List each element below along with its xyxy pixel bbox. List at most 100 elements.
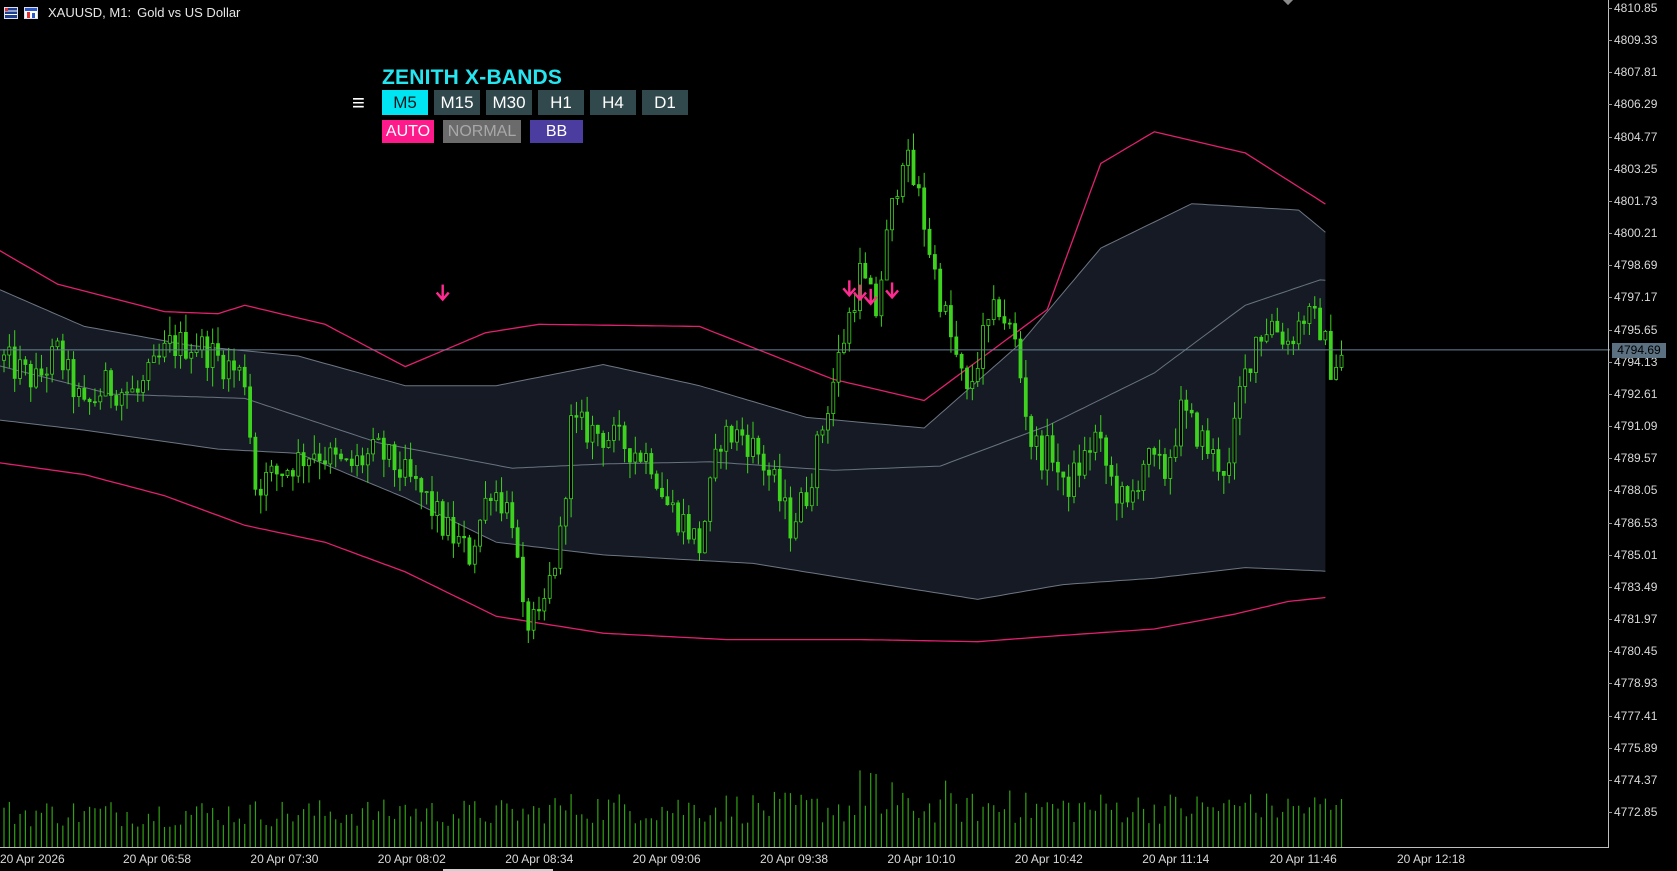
price-tick-label: 4809.33 [1614, 33, 1658, 48]
candle-body [1302, 320, 1306, 324]
candle-body [199, 336, 204, 351]
price-tick-mark [1608, 490, 1612, 492]
symbol-label: XAUUSD, M1: [48, 4, 132, 20]
tf-h4-button[interactable]: H4 [590, 90, 636, 115]
candle-body [312, 453, 317, 460]
candle-body [1221, 470, 1226, 476]
candle-body [446, 517, 450, 536]
candle-body [756, 437, 761, 455]
window-icon[interactable] [24, 6, 38, 19]
candle-body [708, 477, 713, 522]
price-tick-mark [1608, 458, 1612, 460]
candle-body [151, 355, 156, 363]
candle-body [376, 437, 381, 440]
candle-body [242, 366, 247, 388]
candle-body [1056, 461, 1060, 473]
tf-d1-button[interactable]: D1 [642, 90, 688, 115]
candle-body [713, 448, 718, 479]
band-channel-fill [0, 203, 1326, 600]
candle-body [670, 502, 675, 506]
candle-body [537, 609, 541, 612]
candle-body [740, 429, 745, 436]
time-tick-label: 20 Apr 12:18 [1397, 852, 1466, 866]
candle-body [949, 305, 953, 338]
candle-body [975, 367, 980, 382]
candle-body [654, 473, 659, 489]
candle-body [569, 415, 573, 500]
candle-body [574, 415, 579, 418]
candle-body [1050, 435, 1055, 463]
mode-auto-button[interactable]: AUTO [382, 120, 434, 143]
price-tick-label: 4781.97 [1614, 612, 1658, 627]
candle-body [141, 380, 146, 393]
price-tick-mark [1608, 554, 1612, 556]
candle-body [1280, 331, 1285, 345]
candle-body [612, 424, 616, 441]
candle-body [981, 325, 985, 369]
mode-normal-button[interactable]: NORMAL [443, 120, 521, 143]
candle-body [745, 434, 750, 457]
tf-m5-button[interactable]: M5 [382, 90, 428, 115]
price-tick-mark [1608, 297, 1612, 299]
candle-body [606, 439, 611, 448]
candle-body [360, 455, 365, 466]
candle-body [167, 335, 172, 344]
price-tick-label: 4772.85 [1614, 805, 1658, 819]
candle-body [1130, 490, 1135, 503]
candle-body [826, 413, 830, 431]
candle-body [510, 502, 515, 529]
chart-grid-icon[interactable] [4, 6, 18, 19]
time-tick-label: 20 Apr 08:02 [377, 852, 446, 866]
time-tick-label: 20 Apr 09:38 [760, 852, 829, 866]
candle-body [590, 424, 595, 443]
candle-body [1243, 368, 1248, 387]
candle-body [1264, 334, 1269, 342]
candle-body [306, 458, 311, 467]
candle-body [1034, 435, 1039, 447]
menu-icon[interactable]: ≡ [352, 92, 365, 114]
mode-bb-button[interactable]: BB [530, 120, 583, 143]
price-tick-label: 4797.17 [1614, 290, 1658, 305]
candle-body [916, 184, 921, 189]
candle-body [499, 492, 504, 514]
candle-body [483, 497, 488, 521]
candle-body [772, 468, 777, 476]
price-tick-label: 4786.53 [1614, 515, 1658, 530]
volume-layer [3, 770, 1343, 847]
candle-body [1098, 431, 1103, 439]
candle-body [253, 436, 258, 490]
candle-body [777, 468, 782, 502]
tf-m15-button[interactable]: M15 [434, 90, 480, 115]
bands-layer [0, 132, 1326, 643]
candle-body [1013, 323, 1017, 340]
candle-body [1152, 448, 1157, 455]
tf-h1-button[interactable]: H1 [538, 90, 584, 115]
candle-body [77, 387, 81, 397]
candle-body [1072, 462, 1076, 497]
candle-body [1328, 330, 1333, 380]
candle-body [681, 514, 686, 533]
candle-body [1147, 448, 1151, 465]
candle-body [879, 279, 884, 317]
candle-body [884, 229, 889, 281]
price-tick-mark [1608, 522, 1612, 524]
sell-arrow-icon [885, 282, 900, 300]
candle-body [60, 340, 65, 371]
candle-body [601, 432, 606, 448]
mode-buttons: AUTO NORMAL BB [382, 120, 583, 143]
candle-body [109, 370, 113, 396]
price-chart[interactable] [0, 0, 1677, 871]
candle-body [558, 525, 563, 569]
price-tick-label: 4774.37 [1614, 772, 1658, 787]
price-axis[interactable]: 4810.85 4809.33 4807.81 4806.29 4804.77 4803.… [1608, 0, 1677, 871]
candle-body [226, 360, 231, 380]
candle-body [804, 492, 809, 507]
candle-body [836, 352, 841, 383]
candle-body [39, 368, 44, 376]
price-tick-mark [1608, 812, 1612, 813]
price-tick-mark [1608, 168, 1612, 170]
candle-body [494, 492, 499, 502]
tf-m30-button[interactable]: M30 [486, 90, 532, 115]
candle-body [258, 488, 263, 496]
time-tick-label: 20 Apr 09:06 [632, 852, 701, 866]
